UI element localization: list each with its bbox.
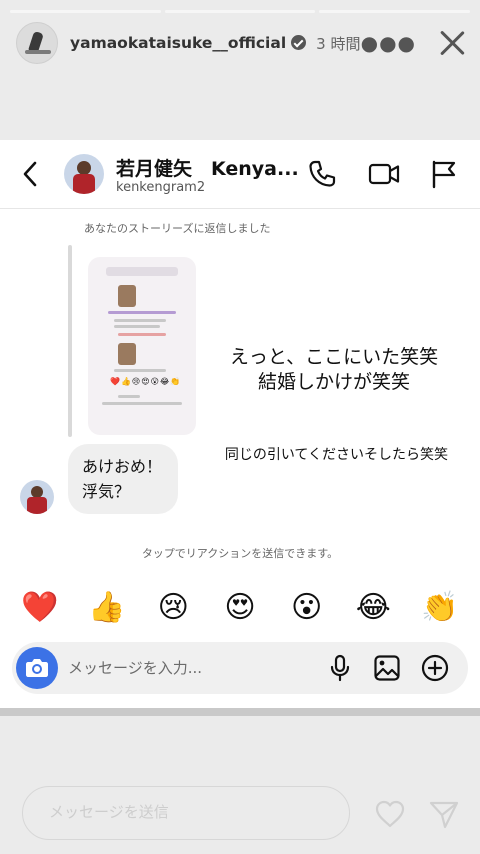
incoming-message-bubble[interactable]: あけおめ！ 浮気？: [68, 444, 178, 514]
camera-button[interactable]: [16, 647, 58, 689]
story-username[interactable]: yamaokataisuke__official: [70, 34, 307, 52]
incoming-line-1: あけおめ！: [82, 457, 163, 476]
outgoing-message: 同じの引いてくださいそしたら笑笑: [224, 447, 448, 463]
reaction-hint: タップでリアクションを送信できます。: [141, 547, 339, 560]
reaction-bar: ❤️ 👍 😢 😍 😮 😂 👏: [20, 588, 460, 628]
progress-segment: [319, 10, 471, 13]
reaction-thumbs-up[interactable]: 👍: [87, 588, 127, 628]
story-reply-field: [22, 786, 350, 840]
reply-indicator-bar: [68, 245, 72, 437]
message-input[interactable]: [68, 642, 318, 694]
progress-segment: [10, 10, 161, 13]
reaction-surprised[interactable]: 😮: [287, 588, 327, 628]
incoming-line-2: 浮気？: [82, 482, 131, 501]
verified-badge-icon: [291, 35, 307, 50]
gallery-icon[interactable]: [373, 654, 401, 682]
video-call-icon[interactable]: [368, 158, 400, 190]
story-reply-note: あなたのストーリーズに返信しました: [84, 222, 271, 235]
contact-handle: kenkengram2: [116, 180, 206, 195]
send-icon[interactable]: [428, 798, 460, 830]
story-progress: [10, 10, 471, 13]
outgoing-story-line-1: えっと、ここにいた笑笑: [229, 346, 439, 368]
dm-screenshot: 若月健矢 Kenya... kenkengram2 あなたのストーリーズに返信し…: [0, 140, 480, 708]
progress-segment: [164, 10, 316, 13]
reaction-heart[interactable]: ❤️: [20, 588, 60, 628]
thumbnail-emoji-row: ❤️👍😢😍😮😂👏: [110, 377, 182, 386]
flag-icon[interactable]: [428, 158, 460, 190]
dm-header: 若月健矢 Kenya... kenkengram2: [0, 140, 480, 209]
close-icon[interactable]: [438, 29, 466, 57]
story-thumbnail[interactable]: ❤️👍😢😍😮😂👏: [88, 257, 196, 435]
outgoing-story-line-2: 結婚しかけが笑笑: [257, 371, 410, 393]
reaction-clapping[interactable]: 👏: [420, 588, 460, 628]
reaction-heart-eyes[interactable]: 😍: [220, 588, 260, 628]
add-plus-icon[interactable]: [421, 654, 449, 682]
panel-shadow: [0, 708, 480, 716]
camera-icon: [26, 659, 48, 677]
microphone-icon[interactable]: [326, 654, 354, 682]
more-options-icon[interactable]: ●●●: [361, 31, 416, 55]
reaction-crying[interactable]: 😢: [153, 588, 193, 628]
story-time: 3 時間: [316, 34, 361, 53]
sender-avatar[interactable]: [20, 480, 54, 514]
message-composer: [12, 642, 468, 694]
story-header: yamaokataisuke__official 3 時間 ●●●: [16, 22, 466, 64]
contact-name[interactable]: 若月健矢 Kenya...: [116, 154, 299, 181]
story-reply-input[interactable]: [49, 787, 329, 837]
back-arrow-icon[interactable]: [20, 160, 42, 188]
reaction-laughing[interactable]: 😂: [353, 588, 393, 628]
contact-avatar[interactable]: [64, 154, 104, 194]
phone-icon[interactable]: [306, 158, 338, 190]
outgoing-story-message: えっと、ここにいた笑笑 結婚しかけが笑笑: [222, 345, 446, 395]
like-heart-icon[interactable]: [374, 798, 406, 830]
story-avatar[interactable]: [16, 22, 58, 64]
